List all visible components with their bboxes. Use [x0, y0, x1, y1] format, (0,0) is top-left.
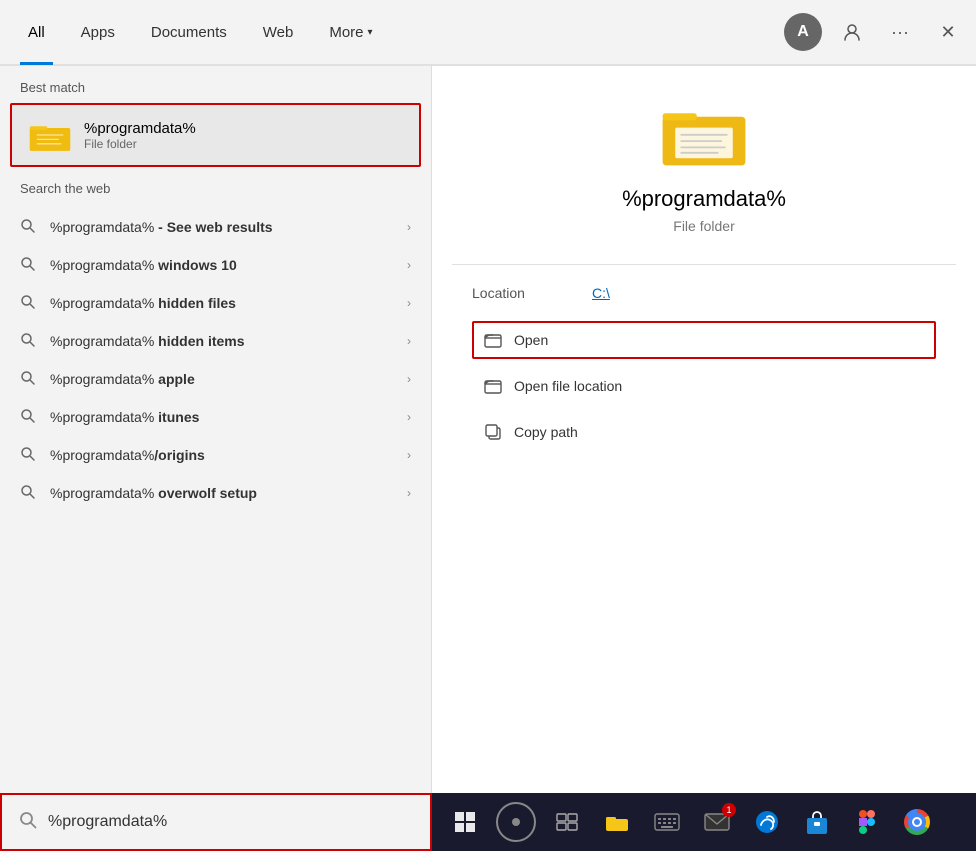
search-icon: [20, 446, 38, 464]
search-icon: [20, 218, 38, 236]
edge-button[interactable]: [744, 799, 790, 845]
figma-icon: [856, 809, 878, 835]
list-item[interactable]: %programdata% - See web results ›: [0, 208, 431, 246]
best-match-item[interactable]: %programdata% File folder: [10, 103, 421, 167]
list-item[interactable]: %programdata% hidden items ›: [0, 322, 431, 360]
keyboard-button[interactable]: [644, 799, 690, 845]
search-icon: [20, 370, 38, 388]
search-icon: [20, 408, 38, 426]
tab-web[interactable]: Web: [245, 0, 312, 65]
task-view-icon: [556, 813, 578, 831]
search-icon: [20, 484, 38, 502]
more-options-button[interactable]: ···: [882, 14, 918, 50]
best-match-text: %programdata% File folder: [84, 120, 196, 151]
open-button[interactable]: Open: [472, 321, 936, 359]
top-navigation: All Apps Documents Web More ▾ A ··· ✕: [0, 0, 976, 66]
best-match-title: %programdata%: [84, 120, 196, 137]
open-label: Open: [514, 332, 548, 348]
list-item[interactable]: %programdata% overwolf setup ›: [0, 474, 431, 512]
best-match-subtitle: File folder: [84, 137, 196, 151]
list-item[interactable]: %programdata% windows 10 ›: [0, 246, 431, 284]
tab-more[interactable]: More ▾: [311, 0, 390, 65]
location-value[interactable]: C:\: [592, 285, 610, 301]
file-location-icon: [482, 375, 504, 397]
copy-path-label: Copy path: [514, 424, 578, 440]
list-item[interactable]: %programdata%/origins ›: [0, 436, 431, 474]
tab-documents[interactable]: Documents: [133, 0, 245, 65]
search-icon-bottom: [18, 810, 38, 835]
nav-right-controls: A ··· ✕: [784, 13, 966, 51]
close-button[interactable]: ✕: [930, 14, 966, 50]
main-layout: Best match %programdata% File folder Sea…: [0, 66, 976, 793]
search-icon: [20, 256, 38, 274]
chrome-button[interactable]: [894, 799, 940, 845]
circle-dot: [512, 818, 520, 826]
windows-logo-icon: [453, 810, 477, 834]
search-icon: [20, 332, 38, 350]
person-icon: [842, 22, 862, 42]
search-icon: [20, 294, 38, 312]
copy-icon: [482, 421, 504, 443]
web-search-label: Search the web: [0, 167, 431, 204]
person-icon-button[interactable]: [834, 14, 870, 50]
open-folder-icon: [482, 329, 504, 351]
chevron-down-icon: ▾: [368, 27, 373, 38]
folder-icon-large: [28, 117, 72, 153]
keyboard-icon: [654, 813, 680, 831]
store-icon: [805, 809, 829, 835]
open-file-location-button[interactable]: Open file location: [472, 367, 936, 405]
tab-all[interactable]: All: [10, 0, 63, 65]
list-item[interactable]: %programdata% itunes ›: [0, 398, 431, 436]
store-button[interactable]: [794, 799, 840, 845]
copy-path-button[interactable]: Copy path: [472, 413, 936, 451]
taskbar-search-button[interactable]: [496, 802, 536, 842]
ellipsis-icon: ···: [891, 22, 909, 43]
chevron-right-icon: ›: [407, 410, 411, 424]
list-item[interactable]: %programdata% hidden files ›: [0, 284, 431, 322]
file-explorer-button[interactable]: [594, 799, 640, 845]
search-input[interactable]: [48, 813, 414, 831]
chrome-icon: [904, 809, 930, 835]
tab-apps[interactable]: Apps: [63, 0, 133, 65]
close-icon: ✕: [940, 22, 955, 43]
avatar[interactable]: A: [784, 13, 822, 51]
location-label: Location: [472, 285, 552, 301]
file-explorer-icon: [604, 811, 630, 833]
edge-icon: [754, 809, 780, 835]
search-bar: [0, 793, 432, 851]
chevron-right-icon: ›: [407, 258, 411, 272]
web-search-items: %programdata% - See web results › %progr…: [0, 208, 431, 512]
left-panel: Best match %programdata% File folder Sea…: [0, 66, 432, 793]
mail-badge: 1: [722, 803, 736, 817]
result-folder-icon: [659, 96, 749, 170]
taskbar: 1: [432, 793, 976, 851]
result-actions: Open Open file location: [452, 321, 956, 451]
mail-button[interactable]: 1: [694, 799, 740, 845]
result-meta: Location C:\: [452, 285, 956, 301]
open-file-location-label: Open file location: [514, 378, 622, 394]
chevron-right-icon: ›: [407, 220, 411, 234]
figma-button[interactable]: [844, 799, 890, 845]
list-item[interactable]: %programdata% apple ›: [0, 360, 431, 398]
chevron-right-icon: ›: [407, 486, 411, 500]
divider: [452, 264, 956, 265]
chevron-right-icon: ›: [407, 448, 411, 462]
best-match-label: Best match: [0, 66, 431, 103]
chevron-right-icon: ›: [407, 372, 411, 386]
result-title: %programdata%: [622, 186, 786, 212]
task-view-button[interactable]: [544, 799, 590, 845]
chevron-right-icon: ›: [407, 334, 411, 348]
chevron-right-icon: ›: [407, 296, 411, 310]
result-subtitle: File folder: [673, 218, 734, 234]
start-button[interactable]: [442, 799, 488, 845]
right-panel: %programdata% File folder Location C:\ O…: [432, 66, 976, 793]
